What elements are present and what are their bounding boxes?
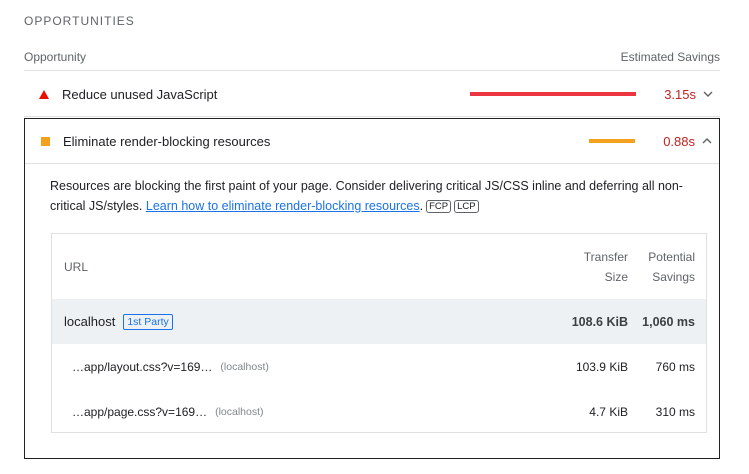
audit-description: Resources are blocking the first paint o… xyxy=(50,179,683,213)
first-party-badge: 1st Party xyxy=(123,313,173,330)
audit-savings: 3.15s xyxy=(664,86,696,102)
audit-eliminate-render-blocking-resources[interactable]: Eliminate render-blocking resources 0.88… xyxy=(25,119,719,164)
audit-title: Reduce unused JavaScript xyxy=(62,86,218,102)
potential-savings: 310 ms xyxy=(655,404,695,419)
resources-table: URL Transfer Size Potential Savings loca… xyxy=(51,233,707,433)
resource-host: (localhost) xyxy=(215,405,264,418)
transfer-size: 103.9 KiB xyxy=(575,359,628,374)
header-line: Savings xyxy=(652,269,695,284)
chevron-up-icon[interactable] xyxy=(695,138,719,144)
resource-url: …app/page.css?v=169… xyxy=(72,404,208,419)
potential-savings-column-header: Potential Savings xyxy=(628,247,706,287)
header-line: Potential xyxy=(648,249,695,264)
metric-tag-lcp: LCP xyxy=(454,200,479,213)
entity-group-row: localhost 1st Party 108.6 KiB 1,060 ms xyxy=(52,299,706,344)
opportunity-column-header: Opportunity xyxy=(24,50,87,64)
audit-title: Eliminate render-blocking resources xyxy=(63,133,271,149)
entity-cell: localhost 1st Party xyxy=(52,313,548,330)
resource-host: (localhost) xyxy=(220,360,269,373)
chevron-down-icon[interactable] xyxy=(696,91,720,97)
resource-url: …app/layout.css?v=169… xyxy=(72,359,213,374)
group-transfer-size: 108.6 KiB xyxy=(571,314,628,329)
savings-bar xyxy=(589,139,635,143)
column-headers: Opportunity Estimated Savings xyxy=(24,50,720,71)
url-cell: …app/page.css?v=169… (localhost) xyxy=(52,405,548,419)
audit-reduce-unused-javascript[interactable]: Reduce unused JavaScript 3.15s xyxy=(24,72,720,117)
savings-bar xyxy=(470,92,636,96)
group-potential-savings: 1,060 ms xyxy=(642,314,695,329)
table-row[interactable]: …app/layout.css?v=169… (localhost) 103.9… xyxy=(52,344,706,389)
fail-triangle-icon xyxy=(37,89,51,99)
table-header: URL Transfer Size Potential Savings xyxy=(52,234,706,299)
transfer-size-column-header: Transfer Size xyxy=(548,247,628,287)
audit-savings: 0.88s xyxy=(663,133,695,149)
entity-name: localhost xyxy=(64,314,116,329)
url-column-header: URL xyxy=(64,259,89,274)
expanded-audit-panel: Eliminate render-blocking resources 0.88… xyxy=(24,118,720,459)
header-line: Size xyxy=(604,269,628,284)
estimated-savings-column-header: Estimated Savings xyxy=(620,50,720,64)
header-line: Transfer xyxy=(583,249,628,264)
url-cell: …app/layout.css?v=169… (localhost) xyxy=(52,360,548,374)
transfer-size: 4.7 KiB xyxy=(589,404,628,419)
average-square-icon xyxy=(38,136,52,146)
metric-tag-fcp: FCP xyxy=(426,200,452,213)
potential-savings: 760 ms xyxy=(655,359,695,374)
table-row[interactable]: …app/page.css?v=169… (localhost) 4.7 KiB… xyxy=(52,389,706,434)
learn-more-link[interactable]: Learn how to eliminate render-blocking r… xyxy=(146,199,420,213)
section-title: OPPORTUNITIES xyxy=(24,14,135,28)
